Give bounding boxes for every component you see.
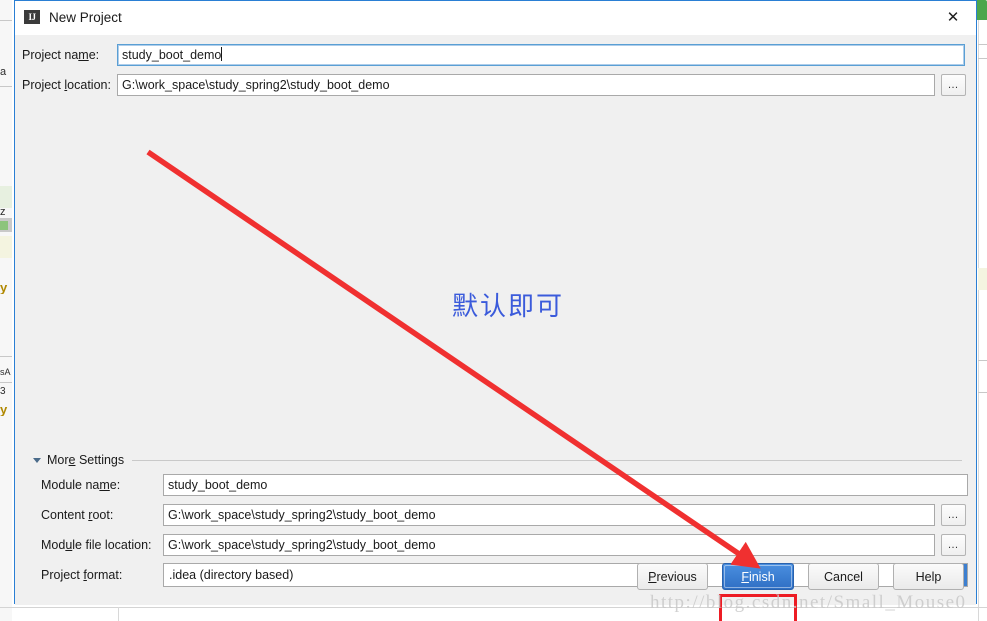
label-part: e:: [109, 478, 121, 492]
more-settings-label: More Settings: [47, 453, 124, 467]
content-root-input[interactable]: G:\work_space\study_spring2\study_boot_d…: [163, 504, 935, 526]
browse-content-root-button[interactable]: …: [941, 504, 966, 526]
bg-divider: [0, 356, 12, 357]
label-part: oot:: [92, 508, 114, 522]
bg-divider: [978, 44, 987, 45]
content-root-label: Content root:: [41, 503, 113, 527]
content-root-row: Content root: G:\work_space\study_spring…: [15, 503, 976, 527]
label-part: e:: [88, 48, 100, 62]
bg-fragment: a: [0, 66, 7, 78]
label-part: Module na: [41, 478, 100, 492]
browse-location-button[interactable]: …: [941, 74, 966, 96]
previous-button[interactable]: Previous: [637, 563, 708, 590]
label-part: Mor: [47, 453, 69, 467]
bg-divider: [978, 392, 987, 393]
label-mnemonic: F: [741, 569, 749, 584]
project-name-row: Project name: study_boot_demo: [15, 43, 976, 67]
browse-module-file-button[interactable]: …: [941, 534, 966, 556]
dialog-titlebar: IJ New Project ✕: [15, 1, 976, 35]
bg-divider: [978, 58, 987, 59]
label-mnemonic: m: [99, 478, 110, 492]
label-part: inish: [748, 569, 775, 584]
dialog-title: New Project: [49, 10, 122, 25]
bg-fragment: y: [0, 404, 8, 416]
project-name-label: Project name:: [22, 43, 99, 67]
text-caret: [221, 47, 223, 61]
label-part: Content: [41, 508, 89, 522]
section-divider: [132, 459, 962, 461]
intellij-idea-icon: IJ: [24, 9, 40, 26]
module-file-location-label: Module file location:: [41, 533, 152, 557]
project-location-label: Project location:: [22, 73, 111, 97]
close-icon[interactable]: ✕: [930, 1, 976, 33]
label-mnemonic: m: [78, 48, 89, 62]
bg-fragment: z: [0, 206, 6, 218]
label-part: revious: [656, 569, 697, 584]
project-name-input[interactable]: study_boot_demo: [117, 44, 965, 66]
annotation-note: 默认即可: [452, 292, 565, 322]
dialog-button-bar: Previous Finish Cancel Help: [15, 563, 976, 595]
bg-vertical-line: [978, 20, 979, 621]
bg-divider: [978, 360, 987, 361]
module-name-input[interactable]: study_boot_demo: [163, 474, 968, 496]
cancel-button[interactable]: Cancel: [808, 563, 879, 590]
bg-divider: [0, 382, 12, 383]
bg-highlight-yellow: [0, 236, 12, 258]
bg-vertical-line: [118, 607, 119, 621]
bg-fragment: sA: [0, 367, 11, 377]
help-button[interactable]: Help: [893, 563, 964, 590]
label-part: Project na: [22, 48, 79, 62]
finish-button[interactable]: Finish: [722, 563, 794, 590]
bg-divider: [0, 20, 12, 21]
more-settings-header[interactable]: More Settings: [33, 450, 962, 470]
label-part: ocation:: [67, 78, 111, 92]
bg-fragment: 3: [0, 386, 6, 397]
project-location-row: Project location: G:\work_space\study_sp…: [15, 73, 976, 97]
module-name-row: Module name: study_boot_demo: [15, 473, 976, 497]
bg-fragment: y: [0, 282, 8, 294]
module-file-location-input[interactable]: G:\work_space\study_spring2\study_boot_d…: [163, 534, 935, 556]
watermark-text: http://blog.csdn.net/Small_Mouse0: [650, 592, 967, 613]
module-name-label: Module name:: [41, 473, 120, 497]
label-mnemonic: P: [648, 569, 657, 584]
bg-marker-green: [0, 221, 8, 230]
dialog-body: Project name: study_boot_demo Project lo…: [15, 35, 976, 621]
label-part: le file location:: [72, 538, 152, 552]
screen: a z y sA 3 y IJ New Project ✕ Project na…: [0, 0, 987, 621]
chevron-down-icon: [33, 457, 41, 463]
project-location-input[interactable]: G:\work_space\study_spring2\study_boot_d…: [117, 74, 935, 96]
label-part: Mod: [41, 538, 66, 552]
label-part: Settings: [75, 453, 125, 467]
new-project-dialog: IJ New Project ✕ Project name: study_boo…: [14, 0, 977, 621]
bg-divider: [0, 86, 12, 87]
module-file-location-row: Module file location: G:\work_space\stud…: [15, 533, 976, 557]
bg-highlight-green: [0, 186, 12, 208]
label-part: Project: [22, 78, 65, 92]
bg-left-strip: [0, 0, 12, 621]
project-name-value: study_boot_demo: [122, 48, 222, 62]
bg-highlight-yellow: [978, 268, 987, 290]
